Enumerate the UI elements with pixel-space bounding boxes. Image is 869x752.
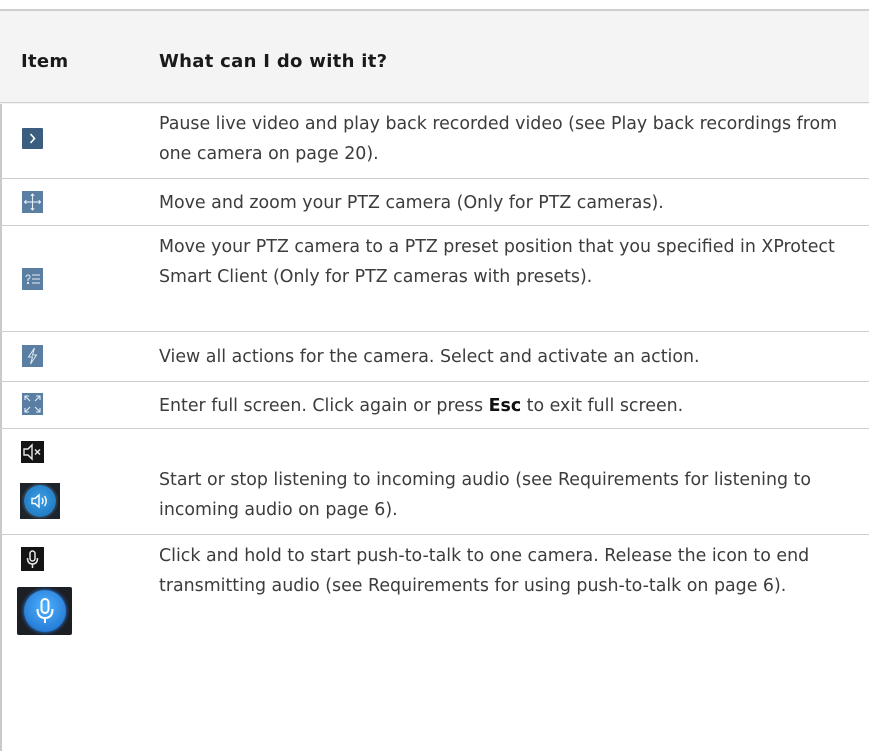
speaker-on-icon <box>20 483 60 519</box>
speaker-muted-icon <box>21 441 44 463</box>
header-item: Item <box>21 51 69 72</box>
row-description: Pause live video and play back recorded … <box>159 114 838 164</box>
table-row: Click and hold to start push-to-talk to … <box>0 534 869 752</box>
fullscreen-icon <box>22 393 43 415</box>
esc-key-label: Esc <box>488 396 522 416</box>
microphone-active-icon <box>17 587 72 635</box>
table-row: Pause live video and play back recorded … <box>0 102 869 179</box>
table-row: Move and zoom your PTZ camera (Only for … <box>0 178 869 226</box>
row-description: Start or stop listening to incoming audi… <box>159 470 812 520</box>
table-row: View all actions for the camera. Select … <box>0 331 869 382</box>
row-description: Click and hold to start push-to-talk to … <box>159 546 810 596</box>
ptz-move-icon <box>22 191 43 213</box>
table-row: Start or stop listening to incoming audi… <box>0 428 869 535</box>
table-row: Move your PTZ camera to a PTZ preset pos… <box>0 225 869 332</box>
ptz-preset-list-icon <box>22 268 43 290</box>
table-header-row: Item What can I do with it? <box>0 9 869 104</box>
header-what-can-i-do: What can I do with it? <box>159 51 388 72</box>
lightning-actions-icon <box>22 345 43 367</box>
row-description: Enter full screen. Click again or press … <box>159 396 684 416</box>
row-description: View all actions for the camera. Select … <box>159 347 700 367</box>
row-description: Move and zoom your PTZ camera (Only for … <box>159 193 664 213</box>
microphone-icon <box>21 547 44 571</box>
table-row: Enter full screen. Click again or press … <box>0 381 869 429</box>
row-description: Move your PTZ camera to a PTZ preset pos… <box>159 237 835 287</box>
play-chevron-icon <box>22 128 43 149</box>
